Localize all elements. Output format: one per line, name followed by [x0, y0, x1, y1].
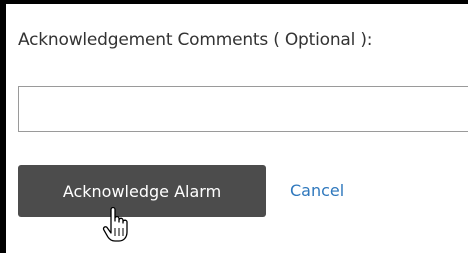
comments-label: Acknowledgement Comments ( Optional ): — [18, 30, 373, 50]
comments-input[interactable] — [18, 86, 468, 132]
hand-pointer-icon — [102, 207, 128, 242]
acknowledge-panel: Acknowledgement Comments ( Optional ): A… — [6, 4, 468, 253]
cancel-link[interactable]: Cancel — [290, 181, 344, 200]
acknowledge-alarm-button[interactable]: Acknowledge Alarm — [18, 165, 266, 217]
